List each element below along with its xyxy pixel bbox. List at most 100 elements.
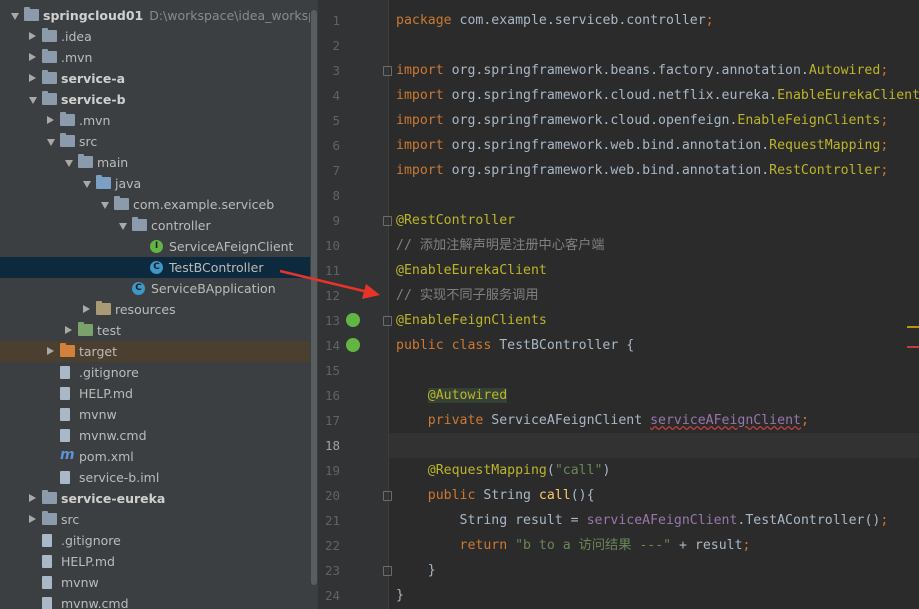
line-number[interactable]: 21: [318, 513, 340, 528]
line-number[interactable]: 5: [318, 113, 340, 128]
line-number[interactable]: 12: [318, 288, 340, 303]
code-token: }: [396, 588, 404, 603]
expand-arrow-down-icon[interactable]: [101, 202, 109, 209]
line-number[interactable]: 15: [318, 363, 340, 378]
expand-arrow-right-icon[interactable]: [65, 326, 72, 334]
line-number[interactable]: 24: [318, 588, 340, 603]
code-line[interactable]: // 实现不同子服务调用: [396, 283, 539, 308]
expand-arrow-right-icon[interactable]: [47, 347, 54, 355]
line-number[interactable]: 13: [318, 313, 340, 328]
code-line[interactable]: @EnableEurekaClient: [396, 258, 547, 283]
expand-arrow-down-icon[interactable]: [47, 139, 55, 146]
expand-arrow-down-icon[interactable]: [83, 181, 91, 188]
warning-stripe-mark[interactable]: [907, 326, 919, 328]
tree-item-springcloud01[interactable]: springcloud01 D:\workspace\idea_workspace: [0, 5, 318, 26]
tree-item-gitignore[interactable]: .gitignore: [0, 530, 318, 551]
tree-item-mvnw-cmd[interactable]: mvnw.cmd: [0, 593, 318, 609]
editor-gutter[interactable]: 1 2 3 4 5 6 7 8 9 10 11 12 13 14 15 16 17 18 19 20 21 22 23 24: [318, 0, 392, 609]
line-number[interactable]: 19: [318, 463, 340, 478]
line-number[interactable]: 9: [318, 213, 340, 228]
expand-arrow-right-icon[interactable]: [47, 116, 54, 124]
line-number[interactable]: 17: [318, 413, 340, 428]
tree-item-help-md[interactable]: HELP.md: [0, 383, 318, 404]
code-line[interactable]: String result = serviceAFeignClient.Test…: [396, 508, 889, 533]
line-number[interactable]: 14: [318, 338, 340, 353]
expand-arrow-down-icon[interactable]: [29, 97, 37, 104]
line-number[interactable]: 16: [318, 388, 340, 403]
tree-item-mvnw[interactable]: mvnw: [0, 572, 318, 593]
tree-item-service-a[interactable]: service-a: [0, 68, 318, 89]
tree-item-src[interactable]: src: [0, 509, 318, 530]
code-line[interactable]: }: [396, 583, 404, 608]
tree-item-target[interactable]: target: [0, 341, 318, 362]
expand-arrow-right-icon[interactable]: [29, 32, 36, 40]
project-tree-scrollbar[interactable]: [310, 0, 318, 609]
code-line[interactable]: import org.springframework.web.bind.anno…: [396, 158, 888, 183]
tree-item-testbcontroller[interactable]: C TestBController: [0, 257, 318, 278]
tree-item-resources[interactable]: resources: [0, 299, 318, 320]
expand-arrow-down-icon[interactable]: [11, 13, 19, 20]
expand-arrow-right-icon[interactable]: [29, 515, 36, 523]
tree-item-com-example-serviceb[interactable]: com.example.serviceb: [0, 194, 318, 215]
code-line[interactable]: @RestController: [396, 208, 515, 233]
line-number[interactable]: 8: [318, 188, 340, 203]
expand-arrow-down-icon[interactable]: [65, 160, 73, 167]
line-number[interactable]: 1: [318, 13, 340, 28]
expand-arrow-right-icon[interactable]: [29, 74, 36, 82]
tree-item-java[interactable]: java: [0, 173, 318, 194]
expand-arrow-right-icon[interactable]: [83, 305, 90, 313]
tree-item-serviceafeignclient[interactable]: I ServiceAFeignClient: [0, 236, 318, 257]
line-number[interactable]: 22: [318, 538, 340, 553]
tree-item-label: main: [97, 155, 128, 170]
tree-item-servicebapplication[interactable]: C ServiceBApplication: [0, 278, 318, 299]
error-stripe-mark[interactable]: [907, 346, 919, 348]
expand-arrow-right-icon[interactable]: [29, 494, 36, 502]
tree-item-mvnw[interactable]: mvnw: [0, 404, 318, 425]
code-line[interactable]: import org.springframework.beans.factory…: [396, 58, 888, 83]
tree-item-idea[interactable]: .idea: [0, 26, 318, 47]
line-number[interactable]: 11: [318, 263, 340, 278]
code-line[interactable]: import org.springframework.cloud.openfei…: [396, 108, 888, 133]
line-number[interactable]: 6: [318, 138, 340, 153]
tree-item-service-eureka[interactable]: service-eureka: [0, 488, 318, 509]
line-number[interactable]: 18: [318, 438, 340, 453]
code-line[interactable]: return "b to a 访问结果 ---" + result;: [396, 533, 751, 558]
code-line[interactable]: @Autowired: [396, 383, 508, 408]
line-number[interactable]: 2: [318, 38, 340, 53]
code-line[interactable]: // 添加注解声明是注册中心客户端: [396, 233, 604, 258]
code-line[interactable]: import org.springframework.cloud.netflix…: [396, 83, 919, 108]
code-line[interactable]: @RequestMapping("call"): [396, 458, 611, 483]
code-line[interactable]: public String call(){: [396, 483, 595, 508]
expand-arrow-down-icon[interactable]: [119, 223, 127, 230]
line-number[interactable]: 7: [318, 163, 340, 178]
line-number[interactable]: 20: [318, 488, 340, 503]
tree-item-mvn[interactable]: .mvn: [0, 47, 318, 68]
code-line[interactable]: private ServiceAFeignClient serviceAFeig…: [396, 408, 809, 433]
tree-item-test[interactable]: test: [0, 320, 318, 341]
code-line[interactable]: @EnableFeignClients: [396, 308, 547, 333]
code-line[interactable]: public class TestBController {: [396, 333, 634, 358]
tree-item-src[interactable]: src: [0, 131, 318, 152]
code-editor[interactable]: package com.example.serviceb.controller;…: [389, 0, 919, 609]
spring-bean-gutter-icon[interactable]: [346, 313, 360, 327]
spring-controller-gutter-icon[interactable]: [346, 338, 360, 352]
tree-item-mvnw-cmd[interactable]: mvnw.cmd: [0, 425, 318, 446]
expand-arrow-right-icon[interactable]: [29, 53, 36, 61]
code-line[interactable]: package com.example.serviceb.controller;: [396, 8, 714, 33]
tree-item-service-b-iml[interactable]: service-b.iml: [0, 467, 318, 488]
tree-item-help-md[interactable]: HELP.md: [0, 551, 318, 572]
tree-item-gitignore[interactable]: .gitignore: [0, 362, 318, 383]
tree-item-pom-xml[interactable]: m pom.xml: [0, 446, 318, 467]
project-tree[interactable]: springcloud01 D:\workspace\idea_workspace…: [0, 0, 318, 609]
line-number[interactable]: 3: [318, 63, 340, 78]
code-line[interactable]: }: [396, 558, 436, 583]
tree-item-controller[interactable]: controller: [0, 215, 318, 236]
line-number[interactable]: 4: [318, 88, 340, 103]
tree-item-service-b[interactable]: service-b: [0, 89, 318, 110]
code-line[interactable]: import org.springframework.web.bind.anno…: [396, 133, 888, 158]
scrollbar-thumb[interactable]: [311, 10, 317, 585]
tree-item-mvn[interactable]: .mvn: [0, 110, 318, 131]
tree-item-main[interactable]: main: [0, 152, 318, 173]
line-number[interactable]: 10: [318, 238, 340, 253]
line-number[interactable]: 23: [318, 563, 340, 578]
